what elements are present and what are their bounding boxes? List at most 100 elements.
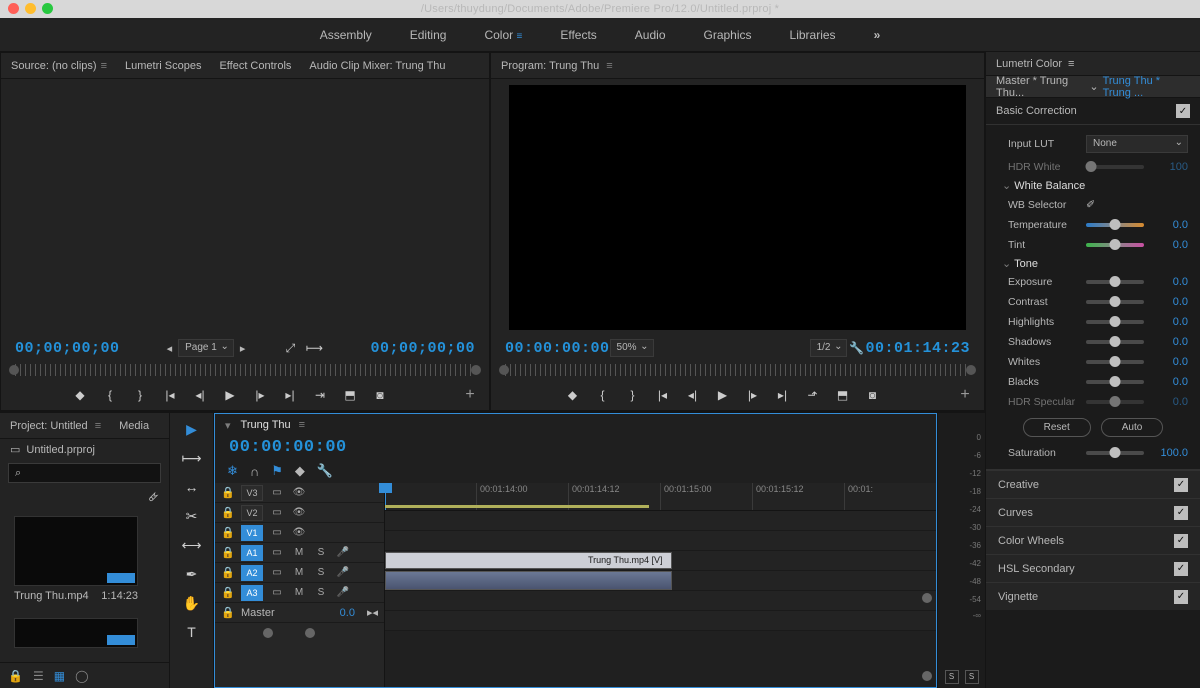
page-select[interactable]: Page 1 [178, 339, 234, 357]
work-area-bar[interactable] [385, 505, 649, 508]
time-ruler[interactable]: 00:01:14:00 00:01:14:12 00:01:15:00 00:0… [385, 483, 936, 511]
freeform-view-icon[interactable]: ◯ [75, 669, 88, 683]
tone-value[interactable]: 0.0 [1152, 296, 1188, 308]
go-out-icon[interactable]: ▸| [774, 386, 792, 404]
reset-button[interactable]: Reset [1023, 418, 1091, 437]
minimize-window-icon[interactable] [25, 3, 36, 14]
list-view-icon[interactable]: ☰ [33, 669, 44, 683]
lumetri-sequence[interactable]: Trung Thu * Trung ... [1103, 75, 1190, 99]
lock-icon[interactable]: 🔒 [221, 506, 235, 519]
workspace-color[interactable]: Color ≡ [484, 28, 522, 42]
tint-slider[interactable] [1086, 243, 1144, 247]
workspace-effects[interactable]: Effects [560, 28, 596, 42]
maximize-window-icon[interactable] [42, 3, 53, 14]
selection-tool-icon[interactable]: ▶ [181, 419, 203, 439]
in-point-icon[interactable]: { [594, 386, 612, 404]
ruler-icon[interactable]: ⟼ [305, 339, 323, 357]
go-in-icon[interactable]: |◂ [654, 386, 672, 404]
workspace-audio[interactable]: Audio [635, 28, 666, 42]
tab-media[interactable]: Media [119, 420, 149, 432]
eyedropper-icon[interactable]: ✐ [1086, 198, 1095, 211]
button-editor-icon[interactable]: + [461, 386, 479, 404]
tone-value[interactable]: 0.0 [1152, 396, 1188, 408]
video-clip[interactable]: Trung Thu.mp4 [V] [385, 552, 672, 569]
hdr specular-slider[interactable] [1086, 400, 1144, 404]
program-tc-out[interactable]: 00:01:14:23 [865, 340, 970, 357]
tab-lumetri-scopes[interactable]: Lumetri Scopes [125, 60, 201, 72]
track-a2[interactable]: A2 [241, 565, 263, 581]
insert-icon[interactable]: ⇥ [311, 386, 329, 404]
type-tool-icon[interactable]: T [181, 622, 203, 642]
step-fwd-icon[interactable]: |▸ [744, 386, 762, 404]
out-point-icon[interactable]: } [624, 386, 642, 404]
highlights-slider[interactable] [1086, 320, 1144, 324]
source-scrubber[interactable] [15, 364, 475, 376]
solo-left[interactable]: S [945, 670, 959, 684]
play-icon[interactable]: ▶ [714, 386, 732, 404]
lock-icon[interactable]: 🔒 [221, 526, 235, 539]
tab-project[interactable]: Project: Untitled ≡ [10, 420, 101, 432]
mark-in-icon[interactable]: ◆ [564, 386, 582, 404]
snap-icon[interactable]: ❄ [227, 463, 238, 479]
fit-icon[interactable]: ⤢ [281, 339, 299, 357]
lock-icon[interactable]: 🔒 [8, 669, 23, 683]
tab-source[interactable]: Source: (no clips)≡ [11, 60, 107, 72]
add-marker-icon[interactable]: ⚑ [271, 463, 283, 479]
tone-value[interactable]: 0.0 [1152, 316, 1188, 328]
razor-tool-icon[interactable]: ✂ [181, 506, 203, 526]
prev-page-icon[interactable]: ◂ [167, 342, 173, 355]
whites-slider[interactable] [1086, 360, 1144, 364]
extract-icon[interactable]: ⬒ [834, 386, 852, 404]
section-tone[interactable]: Tone [996, 255, 1190, 272]
project-search[interactable]: ⌕ [8, 463, 161, 483]
track-v2[interactable]: V2 [241, 505, 263, 521]
temperature-slider[interactable] [1086, 223, 1144, 227]
workspace-overflow-icon[interactable]: » [874, 28, 881, 42]
program-tc-in[interactable]: 00:00:00:00 [505, 340, 610, 357]
go-out-icon[interactable]: ▸| [281, 386, 299, 404]
track-v3[interactable]: V3 [241, 485, 263, 501]
section-white-balance[interactable]: White Balance [996, 177, 1190, 194]
track-select-tool-icon[interactable]: ⟼ [181, 448, 203, 468]
overwrite-icon[interactable]: ⬒ [341, 386, 359, 404]
source-tc-out[interactable]: 00;00;00;00 [370, 340, 475, 357]
filter-icon[interactable]: 🜸 [149, 492, 159, 504]
solo-icon[interactable]: S [313, 547, 329, 558]
audio-clip[interactable] [385, 571, 672, 590]
icon-view-icon[interactable]: ▦ [54, 669, 65, 683]
step-back-icon[interactable]: ◂| [191, 386, 209, 404]
track-area[interactable]: 00:01:14:00 00:01:14:12 00:01:15:00 00:0… [385, 483, 936, 687]
zoom-select[interactable]: 50% [610, 339, 654, 357]
ripple-tool-icon[interactable]: ↔ [181, 477, 203, 497]
section-toggle[interactable]: ✓ [1174, 562, 1188, 576]
linked-selection-icon[interactable]: ∩ [250, 464, 259, 479]
section-creative[interactable]: Creative [998, 479, 1039, 491]
clip-thumbnail[interactable]: Trung Thu.mp41:14:23 [14, 516, 138, 602]
section-toggle[interactable]: ✓ [1174, 534, 1188, 548]
toggle-output-icon[interactable]: ▭ [269, 487, 285, 498]
mute-icon[interactable]: M [291, 547, 307, 558]
v-zoom-handle[interactable] [305, 628, 315, 638]
tone-value[interactable]: 0.0 [1152, 376, 1188, 388]
marker-icon[interactable]: ◆ [295, 463, 305, 479]
export-frame-icon[interactable]: ◙ [864, 386, 882, 404]
blacks-slider[interactable] [1086, 380, 1144, 384]
button-editor-icon[interactable]: + [956, 386, 974, 404]
slip-tool-icon[interactable]: ⟷ [181, 535, 203, 555]
solo-right[interactable]: S [965, 670, 979, 684]
settings-icon[interactable]: 🔧 [317, 463, 333, 479]
section-vignette[interactable]: Vignette [998, 591, 1038, 603]
hdr-white-slider[interactable] [1086, 165, 1144, 169]
tab-effect-controls[interactable]: Effect Controls [219, 60, 291, 72]
scroll-handle[interactable] [922, 671, 932, 681]
scroll-handle[interactable] [922, 593, 932, 603]
wrench-icon[interactable]: 🔧 [847, 339, 865, 357]
master-value[interactable]: 0.0 [340, 607, 355, 619]
tone-value[interactable]: 0.0 [1152, 276, 1188, 288]
section-curves[interactable]: Curves [998, 507, 1033, 519]
contrast-slider[interactable] [1086, 300, 1144, 304]
next-page-icon[interactable]: ▸ [240, 342, 246, 355]
voice-over-icon[interactable]: 🎤 [335, 547, 351, 558]
saturation-slider[interactable] [1086, 451, 1144, 455]
hand-tool-icon[interactable]: ✋ [181, 593, 203, 613]
